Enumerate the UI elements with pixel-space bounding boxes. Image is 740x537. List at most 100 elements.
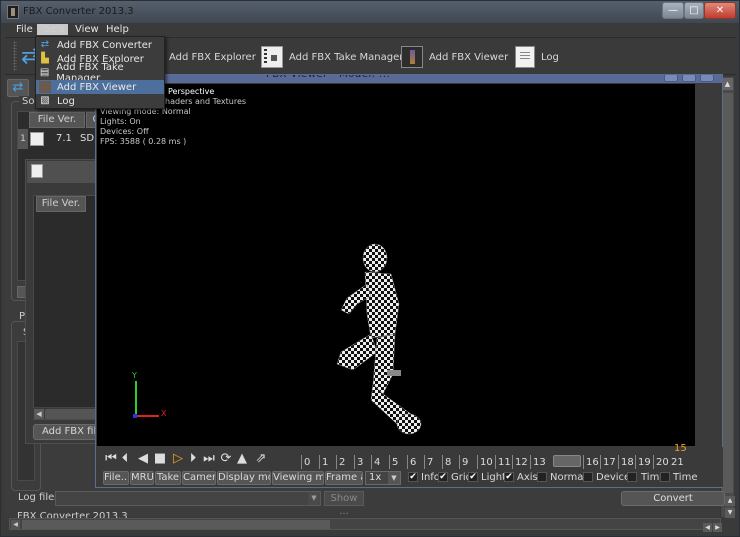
toolbar-label: Add FBX Viewer xyxy=(429,51,509,63)
timeline-tick: 21 xyxy=(671,457,684,468)
play-reverse-icon[interactable]: ◀ xyxy=(135,451,151,467)
converter-icon: ⇄ xyxy=(40,39,50,50)
menu-view[interactable]: View xyxy=(72,24,102,35)
scroll-right-button[interactable]: ▶ xyxy=(713,523,722,532)
timeline-tick: 13 xyxy=(530,455,546,469)
timeline-tick: 5 xyxy=(389,455,398,469)
viewer-minimize-button[interactable] xyxy=(664,75,678,82)
timeline-handle[interactable] xyxy=(553,455,581,467)
timeline-tick: 16 xyxy=(583,455,599,469)
current-frame: 15 xyxy=(674,443,687,454)
minimize-button[interactable]: — xyxy=(662,2,684,19)
log-files-label: Log files xyxy=(18,492,60,503)
camera-button[interactable]: Camera xyxy=(182,471,216,485)
toolbar-add-fbx-viewer[interactable]: Add FBX Viewer xyxy=(401,44,508,70)
menu-item-log[interactable]: ▧ Log xyxy=(36,94,164,108)
viewer-icon xyxy=(401,46,423,68)
play-icon[interactable]: ▷ xyxy=(169,451,187,467)
lights-checkbox[interactable]: ✔ xyxy=(468,472,478,482)
stop-icon[interactable]: ■ xyxy=(151,451,169,467)
scroll-up-button[interactable]: ▲ xyxy=(725,496,735,506)
fbx-viewer-window: FBX Viewer - Model: ... Perspective Disp… xyxy=(95,74,723,488)
menu-item-add-fbx-viewer[interactable]: Add FBX Viewer xyxy=(36,80,164,94)
timeline-tick: 18 xyxy=(618,455,634,469)
scroll-left-button[interactable]: ◀ xyxy=(703,523,712,532)
column-header[interactable]: File Ver. xyxy=(29,112,85,128)
toolbar-label: Log xyxy=(541,51,559,63)
menu-tools[interactable]: Tools xyxy=(37,24,68,35)
column-header[interactable]: File Ver. xyxy=(36,196,86,212)
viewer-close-button[interactable] xyxy=(700,75,714,82)
menu-help[interactable]: Help xyxy=(103,24,132,35)
timeline-tick: 0 xyxy=(301,455,310,469)
axis-label: Axis xyxy=(517,472,538,483)
step-forward-icon[interactable]: ⏵ xyxy=(187,451,199,467)
scroll-up-button[interactable]: ▲ xyxy=(722,78,733,90)
loop-icon[interactable]: ⟳ xyxy=(219,451,233,467)
chevron-down-icon[interactable]: ▼ xyxy=(388,472,400,484)
lights-info: Lights: On xyxy=(100,117,141,126)
scroll-down-button[interactable]: ▼ xyxy=(725,508,735,518)
close-button[interactable]: ✕ xyxy=(704,2,736,19)
timeline-tick: 12 xyxy=(512,455,528,469)
go-to-end-icon[interactable]: ⏭ xyxy=(201,451,217,467)
step-back-icon[interactable]: ⏴ xyxy=(119,451,131,467)
axis-x-line xyxy=(135,415,159,417)
toolbar-label: Add FBX Take Manager xyxy=(289,51,404,63)
display-mode-button[interactable]: Display mode xyxy=(217,471,271,485)
axis-checkbox[interactable]: ✔ xyxy=(504,472,514,482)
tab-scroll-buttons: ◀ ▶ xyxy=(703,521,725,532)
mru-button[interactable]: MRU xyxy=(130,471,154,485)
timeline-tick: 3 xyxy=(354,455,363,469)
time-checkbox[interactable] xyxy=(627,472,637,482)
bottom-vertical-scroll[interactable]: ▲ ▼ xyxy=(725,496,737,520)
log-files-select[interactable]: ▼ xyxy=(55,491,321,506)
take-manager-icon xyxy=(31,164,43,178)
converter-tab-icon[interactable]: ⇄ xyxy=(7,79,29,97)
info-checkbox[interactable]: ✔ xyxy=(408,472,418,482)
viewer-title: FBX Viewer - Model: ... xyxy=(266,75,390,80)
menu-file[interactable]: File xyxy=(13,24,36,35)
file-button[interactable]: File... xyxy=(103,471,129,485)
timeline-tick: 19 xyxy=(635,455,651,469)
explorer-icon: ▙ xyxy=(41,53,49,64)
menu-item-label: Log xyxy=(57,95,75,107)
axis-x-label: X xyxy=(161,409,167,418)
menu-item-add-fbx-converter[interactable]: ⇄ Add FBX Converter xyxy=(36,38,164,52)
eject-icon[interactable]: ▲ xyxy=(235,451,249,467)
viewing-mode-button[interactable]: Viewing mode xyxy=(272,471,324,485)
normal-checkbox[interactable] xyxy=(537,472,547,482)
take-manager-icon: ▤ xyxy=(39,67,50,78)
toolbar-add-fbx-take-manager[interactable]: Add FBX Take Manager xyxy=(261,44,403,70)
horizontal-scrollbar[interactable]: ◀ xyxy=(9,518,721,530)
chevron-down-icon[interactable]: ▼ xyxy=(308,492,320,505)
take-button[interactable]: Take xyxy=(155,471,181,485)
convert-button[interactable]: Convert xyxy=(621,491,725,506)
viewer-title-bar[interactable]: FBX Viewer - Model: ... xyxy=(96,75,722,83)
scroll-left-button[interactable]: ◀ xyxy=(11,520,20,529)
scroll-left-button[interactable]: ◀ xyxy=(34,409,44,419)
time-checkbox-2[interactable] xyxy=(660,472,670,482)
menu-item-label: Add FBX Converter xyxy=(57,39,152,51)
grid-checkbox[interactable]: ✔ xyxy=(438,472,448,482)
viewer-maximize-button[interactable] xyxy=(682,75,696,82)
viewport-canvas[interactable]: Perspective Display mode: Shaders and Te… xyxy=(97,84,695,446)
log-icon: ▧ xyxy=(40,95,50,106)
scroll-thumb[interactable] xyxy=(722,93,733,493)
pivot-marker xyxy=(387,370,401,376)
toolbar-log[interactable]: Log xyxy=(515,44,559,70)
show-log-button[interactable]: Show ... xyxy=(324,491,364,517)
scroll-thumb[interactable] xyxy=(22,520,330,529)
frame-all-button[interactable]: Frame all xyxy=(325,471,363,485)
menu-item-add-fbx-take-manager[interactable]: ▤ Add FBX Take Manager xyxy=(36,62,164,84)
maximize-button[interactable]: □ xyxy=(684,2,704,19)
devices-checkbox[interactable] xyxy=(583,472,593,482)
timeline[interactable]: 0 1 2 3 4 5 6 7 8 9 10 11 12 13 16 17 18… xyxy=(301,449,691,469)
devices-info: Devices: Off xyxy=(100,127,149,136)
timeline-tick: 4 xyxy=(371,455,380,469)
toolbar-grip[interactable] xyxy=(13,41,17,71)
axis-y-label: Y xyxy=(132,371,137,380)
toolbar-label: Add FBX Explorer xyxy=(169,51,256,63)
export-icon[interactable]: ⇗ xyxy=(253,451,269,467)
go-to-start-icon[interactable]: ⏮ xyxy=(103,451,119,467)
